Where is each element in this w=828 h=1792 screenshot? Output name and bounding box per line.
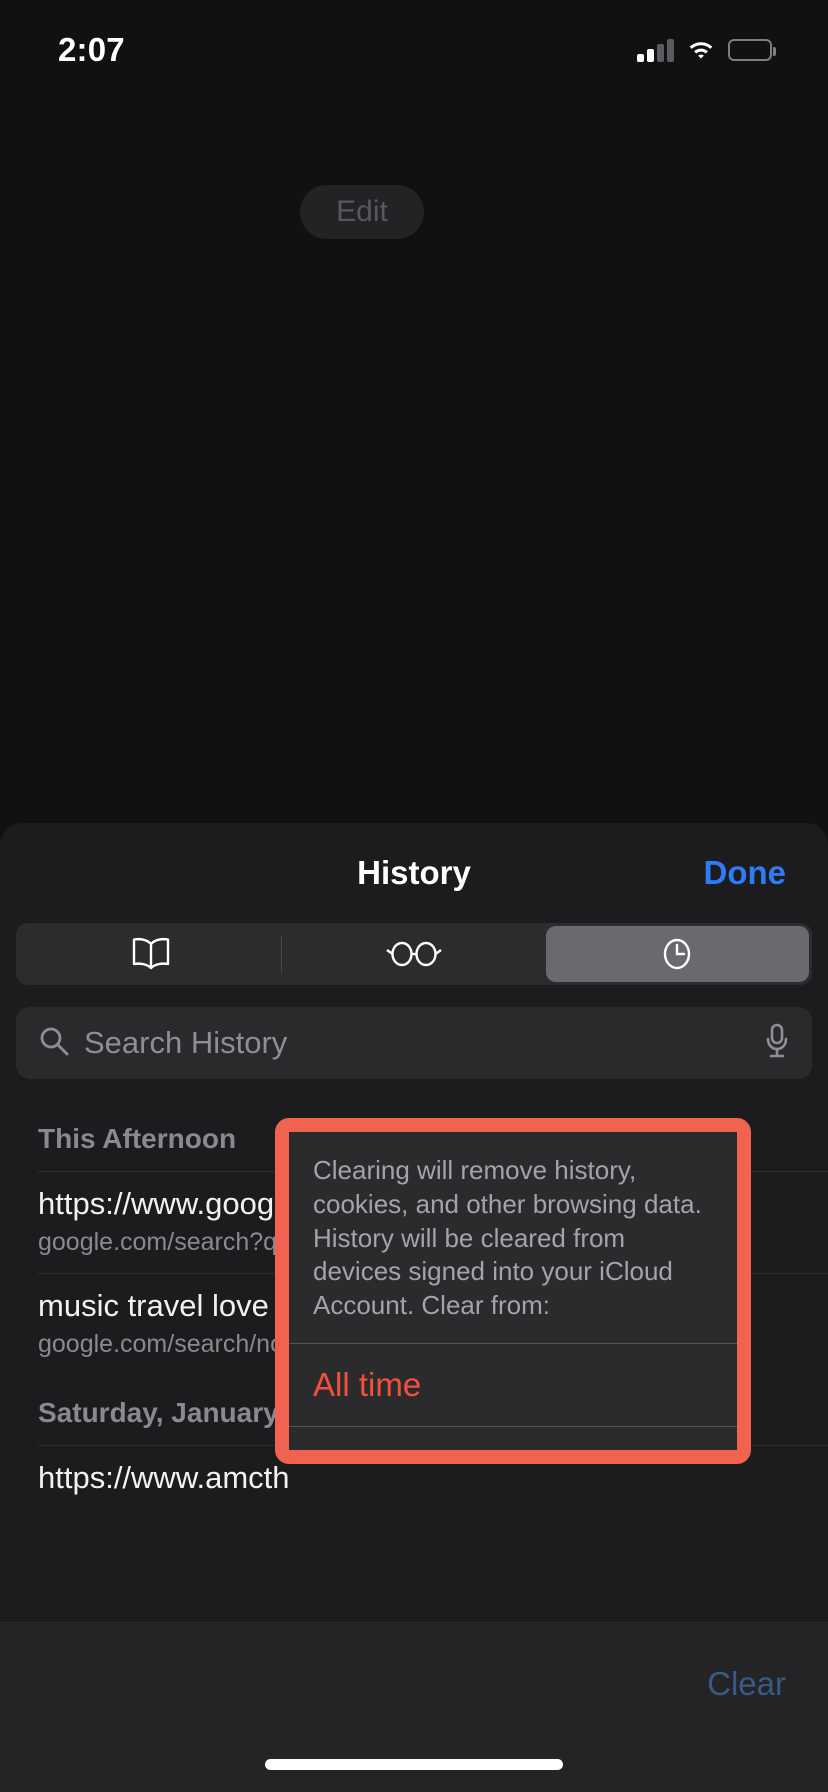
sheet-header: History Done [0, 823, 828, 923]
done-button[interactable]: Done [704, 854, 787, 892]
popover-option-today-and-yesterday[interactable]: Today and yesterday [289, 1425, 737, 1450]
history-item-title: https://www.amcth [38, 1460, 290, 1495]
iphone-screen: 2:07 Edit History Done Search History Th… [0, 0, 828, 1792]
edit-button[interactable]: Edit [300, 185, 424, 239]
book-icon [130, 937, 172, 971]
home-indicator [265, 1759, 563, 1770]
search-bar[interactable]: Search History [16, 1007, 812, 1079]
sidebar-segmented-control[interactable] [16, 923, 812, 985]
tab-bookmarks[interactable] [19, 926, 282, 982]
clear-button[interactable]: Clear [707, 1665, 786, 1703]
tab-history[interactable] [545, 926, 809, 982]
cellular-bars-icon [637, 38, 674, 62]
search-icon [38, 1025, 70, 1062]
tab-reading-list[interactable] [282, 926, 545, 982]
clear-button-label: Clear [707, 1665, 786, 1702]
page-title: History [357, 854, 471, 891]
status-bar: 2:07 [0, 0, 828, 92]
status-bar-indicators [637, 38, 776, 62]
microphone-icon[interactable] [764, 1023, 790, 1064]
clock-icon [659, 936, 695, 972]
popover-message: Clearing will remove history, cookies, a… [313, 1155, 702, 1321]
search-input[interactable]: Search History [16, 1007, 812, 1079]
edit-button-label: Edit [336, 195, 388, 228]
search-input-placeholder: Search History [84, 1025, 288, 1060]
done-button-label: Done [703, 854, 787, 891]
clear-history-popover: Clearing will remove history, cookies, a… [289, 1132, 737, 1450]
clear-history-popover-highlight: Clearing will remove history, cookies, a… [275, 1118, 751, 1464]
battery-low-icon [728, 39, 776, 61]
wifi-icon [686, 38, 716, 62]
status-bar-time: 2:07 [58, 31, 125, 68]
glasses-icon [385, 939, 443, 969]
popover-option-all-time[interactable]: All time [289, 1342, 737, 1426]
